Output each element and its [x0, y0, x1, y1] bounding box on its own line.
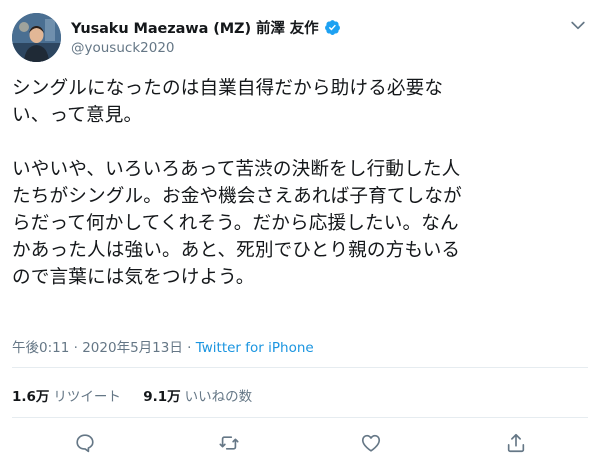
tweet-stats: 1.6万 リツイート 9.1万 いいねの数: [12, 385, 270, 405]
share-button[interactable]: [505, 432, 527, 454]
reply-button[interactable]: [74, 432, 96, 454]
author-display-name[interactable]: Yusaku Maezawa (MZ) 前澤 友作: [71, 17, 319, 38]
tweet-line: たちがシングル。お金や機会さえあれば子育てしなが: [12, 186, 462, 207]
tweet-text: シングルになったのは自業自得だから助ける必要な い、って意見。 いやいや、いろい…: [12, 75, 588, 291]
tweet-meta: 午後0:11 · 2020年5月13日 · Twitter for iPhone: [12, 336, 314, 356]
likes-label: いいねの数: [184, 389, 253, 405]
author-handle[interactable]: @yousuck2020: [71, 40, 175, 56]
retweets-count: 1.6万: [12, 389, 50, 405]
tweet-line: シングルになったのは自業自得だから助ける必要な: [12, 78, 444, 99]
avatar[interactable]: [12, 13, 61, 62]
reply-icon: [76, 434, 94, 453]
meta-separator: ·: [73, 340, 78, 356]
tweet-line: らだって何かしてくれそう。だから応援したい。なん: [12, 213, 459, 234]
retweets-label: リツイート: [53, 389, 121, 405]
meta-separator: ·: [187, 340, 192, 356]
divider: [12, 417, 588, 418]
tweet-header: Yusaku Maezawa (MZ) 前澤 友作 @yousuck2020: [12, 13, 588, 65]
heart-icon: [361, 434, 381, 452]
retweet-icon: [219, 436, 239, 450]
chevron-down-icon[interactable]: [568, 15, 588, 35]
verified-badge-icon: [324, 19, 340, 35]
retweet-button[interactable]: [218, 432, 240, 454]
divider: [12, 367, 588, 368]
like-button[interactable]: [360, 432, 382, 454]
retweets-stat[interactable]: 1.6万 リツイート: [12, 385, 121, 405]
tweet-line: ので言葉には気をつけよう。: [12, 267, 255, 288]
tweet-line: いやいや、いろいろあって苦渋の決断をし行動した人: [12, 159, 461, 180]
author-name-row[interactable]: Yusaku Maezawa (MZ) 前澤 友作: [71, 17, 341, 37]
likes-stat[interactable]: 9.1万 いいねの数: [143, 385, 252, 405]
tweet-date[interactable]: 2020年5月13日: [82, 340, 183, 356]
tweet-time[interactable]: 午後0:11: [12, 340, 69, 356]
tweet-actions: [0, 432, 600, 458]
tweet-line: かあった人は強い。あと、死別でひとり親の方もいる: [12, 240, 461, 261]
tweet-line: い、って意見。: [12, 105, 143, 126]
share-icon: [507, 433, 525, 453]
likes-count: 9.1万: [143, 389, 181, 405]
tweet-source-link[interactable]: Twitter for iPhone: [196, 340, 314, 356]
